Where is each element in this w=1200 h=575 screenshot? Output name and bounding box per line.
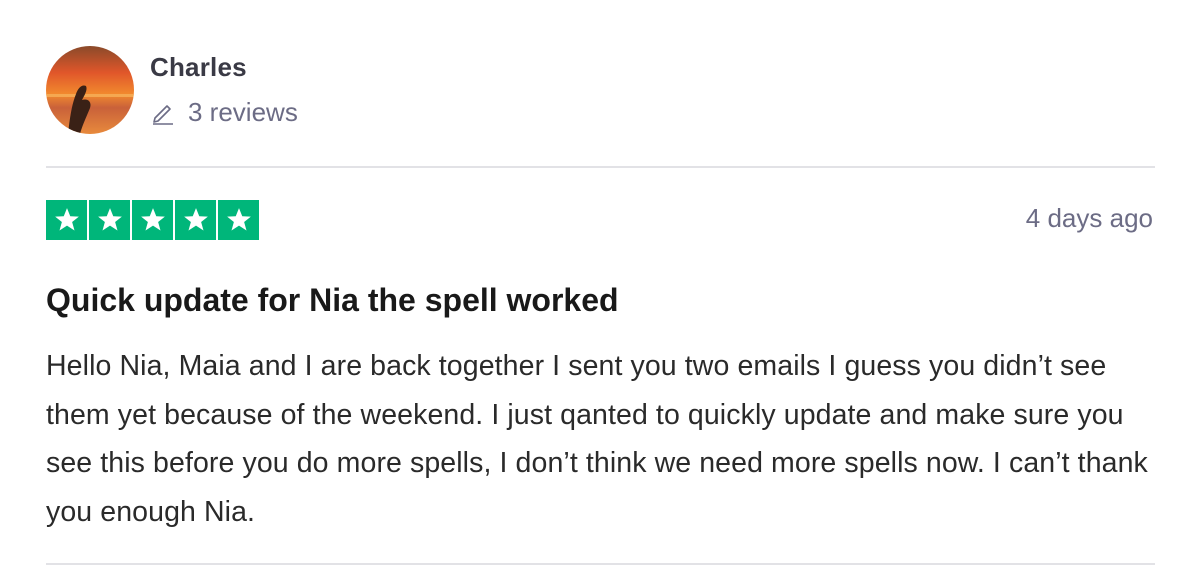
review-title[interactable]: Quick update for Nia the spell worked: [46, 280, 619, 320]
reviewer-name[interactable]: Charles: [150, 50, 298, 84]
reviewer-profile: Charles 3 reviews: [46, 46, 298, 136]
star-icon: [218, 200, 259, 240]
pencil-icon: [150, 99, 176, 125]
star-icon: [89, 200, 130, 240]
star-icon: [46, 200, 87, 240]
star-icon: [175, 200, 216, 240]
reviewer-meta: Charles 3 reviews: [150, 46, 298, 128]
review-count: 3 reviews: [150, 96, 298, 128]
divider: [46, 166, 1155, 168]
avatar[interactable]: [46, 46, 134, 134]
star-icon: [132, 200, 173, 240]
review-date: 4 days ago: [1025, 203, 1153, 233]
divider: [46, 563, 1155, 565]
review-card: Charles 3 reviews 4 days ago Quick updat…: [46, 0, 1155, 575]
review-body: Hello Nia, Maia and I are back together …: [46, 350, 1148, 528]
star-rating: [46, 200, 259, 240]
avatar-photo: [46, 46, 134, 134]
review-count-label: 3 reviews: [188, 97, 298, 127]
